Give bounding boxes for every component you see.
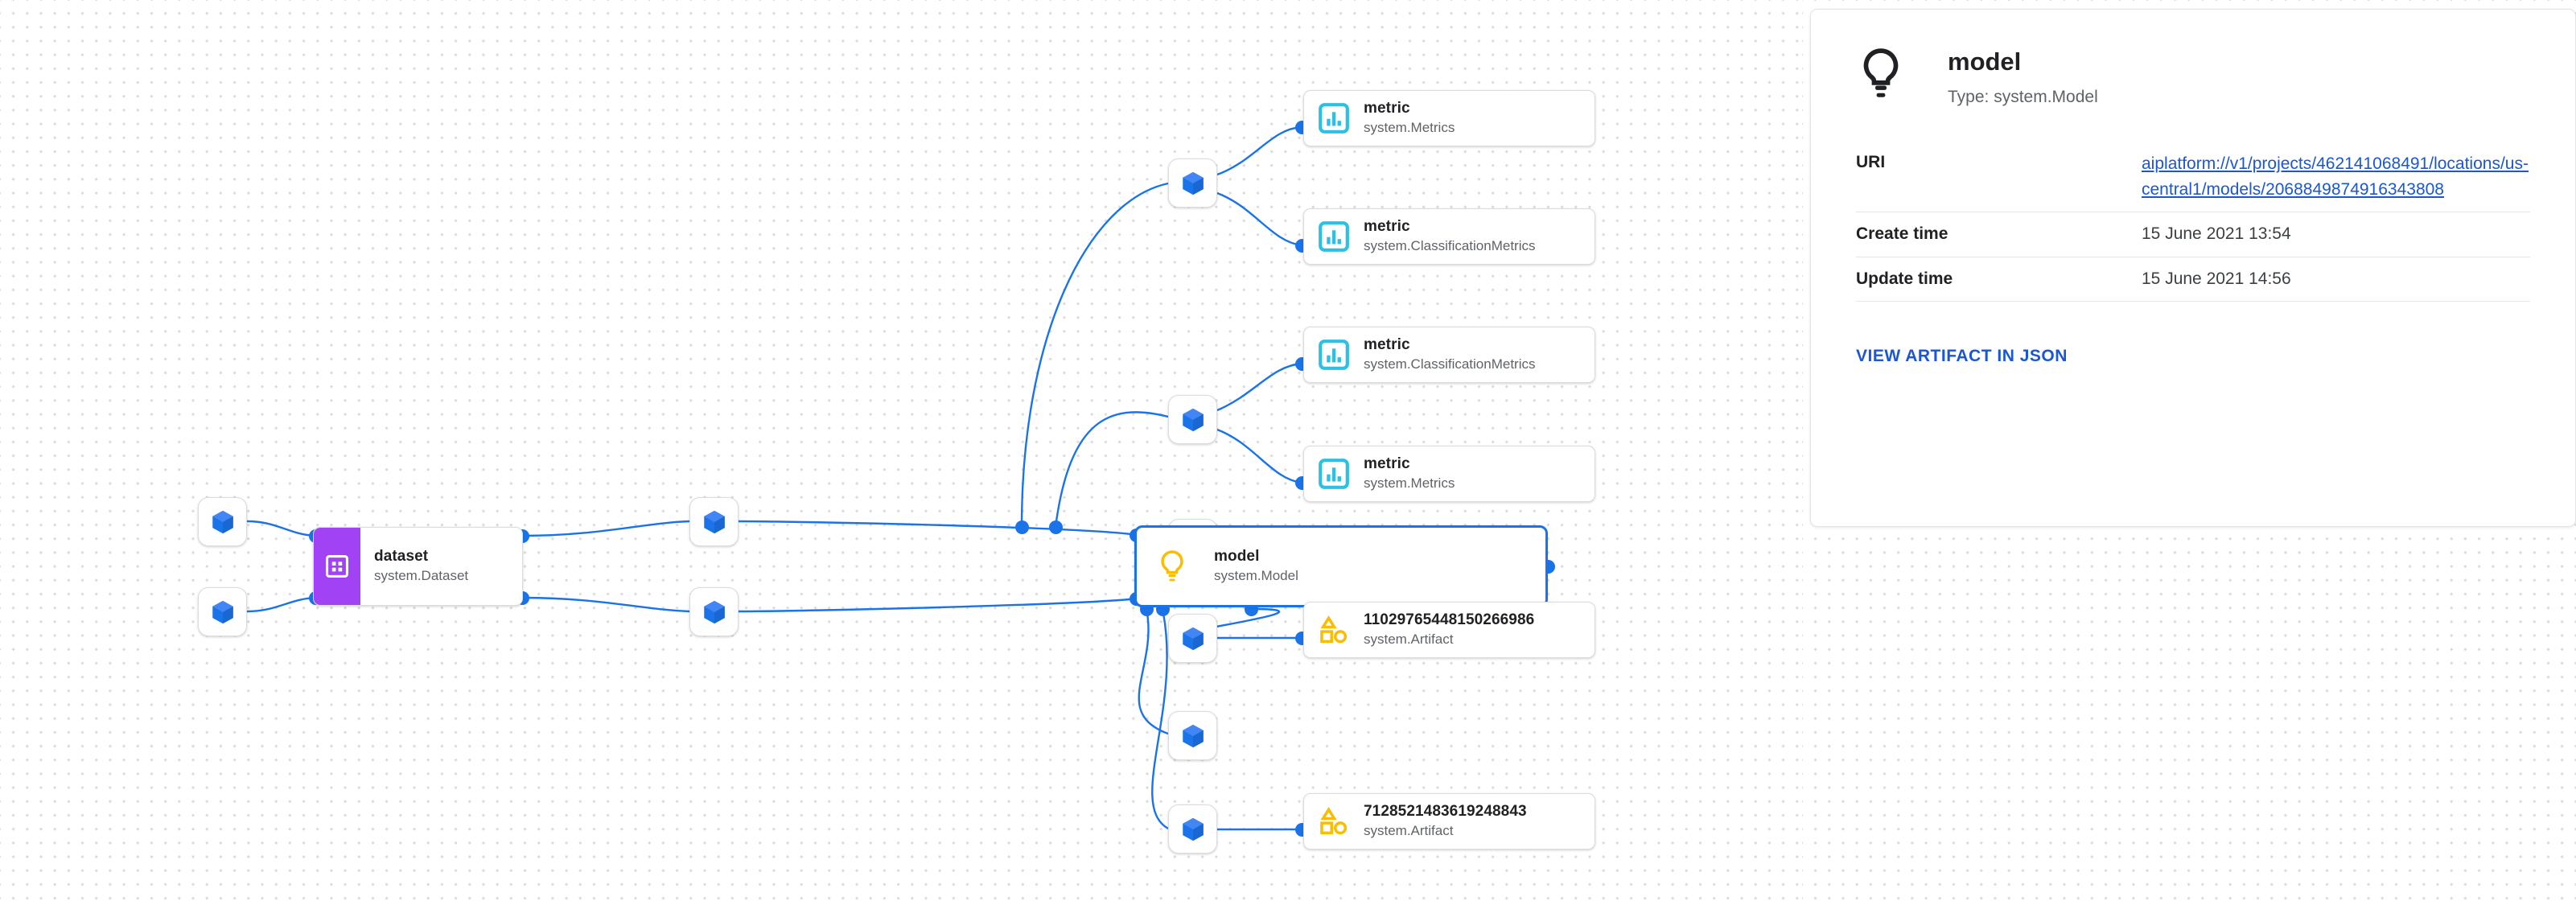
bar-chart-icon [1319,459,1349,489]
panel-header: model Type: system.Model [1811,10,2575,107]
dataset-node[interactable]: dataset system.Dataset [313,527,523,606]
metric-node-labels: metric system.Metrics [1364,99,1455,138]
execution-node[interactable] [1168,158,1217,208]
execution-node[interactable] [1168,614,1217,663]
shapes-icon [1320,806,1348,835]
metric-icon-wrap [1315,336,1352,373]
bar-chart-icon [1319,339,1349,370]
cube-icon [212,600,233,623]
cube-icon [1182,724,1204,747]
lightbulb-icon [1161,550,1183,582]
metric-node-subtitle: system.Metrics [1364,475,1455,491]
execution-node[interactable] [198,587,247,636]
artifact-details-panel: model Type: system.Model URI aiplatform:… [1810,9,2576,527]
artifact-node-title: 11029765448150266986 [1364,611,1535,629]
metric-icon-wrap [1315,455,1352,492]
panel-row-update-time: Update time 15 June 2021 14:56 [1856,257,2530,302]
metric-node[interactable]: metric system.Metrics [1303,446,1595,502]
panel-row-uri: URI aiplatform://v1/projects/46214106849… [1856,142,2530,213]
metric-node[interactable]: metric system.Metrics [1303,90,1595,146]
model-icon-wrap [1154,547,1190,586]
execution-node[interactable] [198,497,247,546]
metric-node-title: metric [1364,336,1410,354]
model-node-title: model [1214,548,1260,566]
model-node[interactable]: model system.Model [1134,525,1548,607]
cube-icon [1182,408,1204,431]
dataset-accent-block [314,528,360,605]
metric-node-labels: metric system.ClassificationMetrics [1364,217,1536,256]
graph-canvas[interactable]: dataset system.Dataset model system.Mode… [0,0,1802,901]
metric-node-labels: metric system.ClassificationMetrics [1364,335,1536,374]
execution-node[interactable] [1168,395,1217,444]
lightbulb-icon [1863,48,1899,97]
artifact-icon-wrap [1315,803,1352,840]
dataset-grid-icon [325,554,349,578]
artifact-node[interactable]: 7128521483619248843 system.Artifact [1303,793,1595,850]
panel-row-key: Update time [1856,269,1953,288]
metric-node-title: metric [1364,218,1410,236]
cube-icon [212,510,233,533]
model-node-subtitle: system.Model [1214,567,1298,583]
metric-node-subtitle: system.Metrics [1364,119,1455,135]
bar-chart-icon [1319,221,1349,252]
panel-properties-table: URI aiplatform://v1/projects/46214106849… [1856,142,2530,302]
cube-icon [703,600,725,623]
execution-node[interactable] [1168,711,1217,760]
metric-node[interactable]: metric system.ClassificationMetrics [1303,327,1595,383]
metric-node-subtitle: system.ClassificationMetrics [1364,356,1536,372]
metric-node-subtitle: system.ClassificationMetrics [1364,237,1536,253]
metric-node-title: metric [1364,455,1410,473]
dataset-node-subtitle: system.Dataset [374,567,469,583]
edge-connector-dot [1049,520,1063,534]
artifact-node-labels: 11029765448150266986 system.Artifact [1364,611,1534,649]
execution-node[interactable] [689,497,739,546]
panel-header-text: model Type: system.Model [1948,46,2098,107]
artifact-node-subtitle: system.Artifact [1364,631,1454,647]
panel-row-value: 15 June 2021 13:54 [2142,224,2291,244]
artifact-node-title: 7128521483619248843 [1364,803,1527,821]
artifact-node[interactable]: 11029765448150266986 system.Artifact [1303,602,1595,658]
cube-icon [1182,817,1204,841]
panel-row-create-time: Create time 15 June 2021 13:54 [1856,212,2530,257]
panel-row-key: URI [1856,152,1886,171]
bar-chart-icon [1319,103,1349,134]
uri-link[interactable]: aiplatform://v1/projects/462141068491/lo… [2142,154,2529,199]
panel-row-key: Create time [1856,224,1948,244]
dataset-node-labels: dataset system.Dataset [374,547,468,586]
panel-type-line: Type: system.Model [1948,87,2098,106]
execution-node[interactable] [1168,804,1217,854]
model-node-labels: model system.Model [1214,547,1298,586]
shapes-icon [1320,615,1348,644]
metric-node-title: metric [1364,100,1410,117]
view-artifact-in-json-button[interactable]: VIEW ARTIFACT IN JSON [1856,347,2068,366]
metric-node-labels: metric system.Metrics [1364,455,1455,493]
dataset-node-title: dataset [374,548,429,566]
panel-title: model [1948,47,2022,76]
metric-icon-wrap [1315,100,1352,137]
panel-row-value: aiplatform://v1/projects/462141068491/lo… [2142,142,2530,212]
artifact-node-subtitle: system.Artifact [1364,822,1454,838]
panel-row-value: 15 June 2021 14:56 [2142,269,2291,288]
metric-icon-wrap [1315,218,1352,255]
cube-icon [703,510,725,533]
lineage-graph-screen: dataset system.Dataset model system.Mode… [0,0,2576,901]
cube-icon [1182,171,1204,195]
artifact-node-labels: 7128521483619248843 system.Artifact [1364,802,1527,841]
execution-node[interactable] [689,587,739,636]
artifact-icon-wrap [1315,611,1352,648]
edge-connector-dot [1015,520,1029,534]
cube-icon [1182,627,1204,650]
metric-node[interactable]: metric system.ClassificationMetrics [1303,208,1595,265]
